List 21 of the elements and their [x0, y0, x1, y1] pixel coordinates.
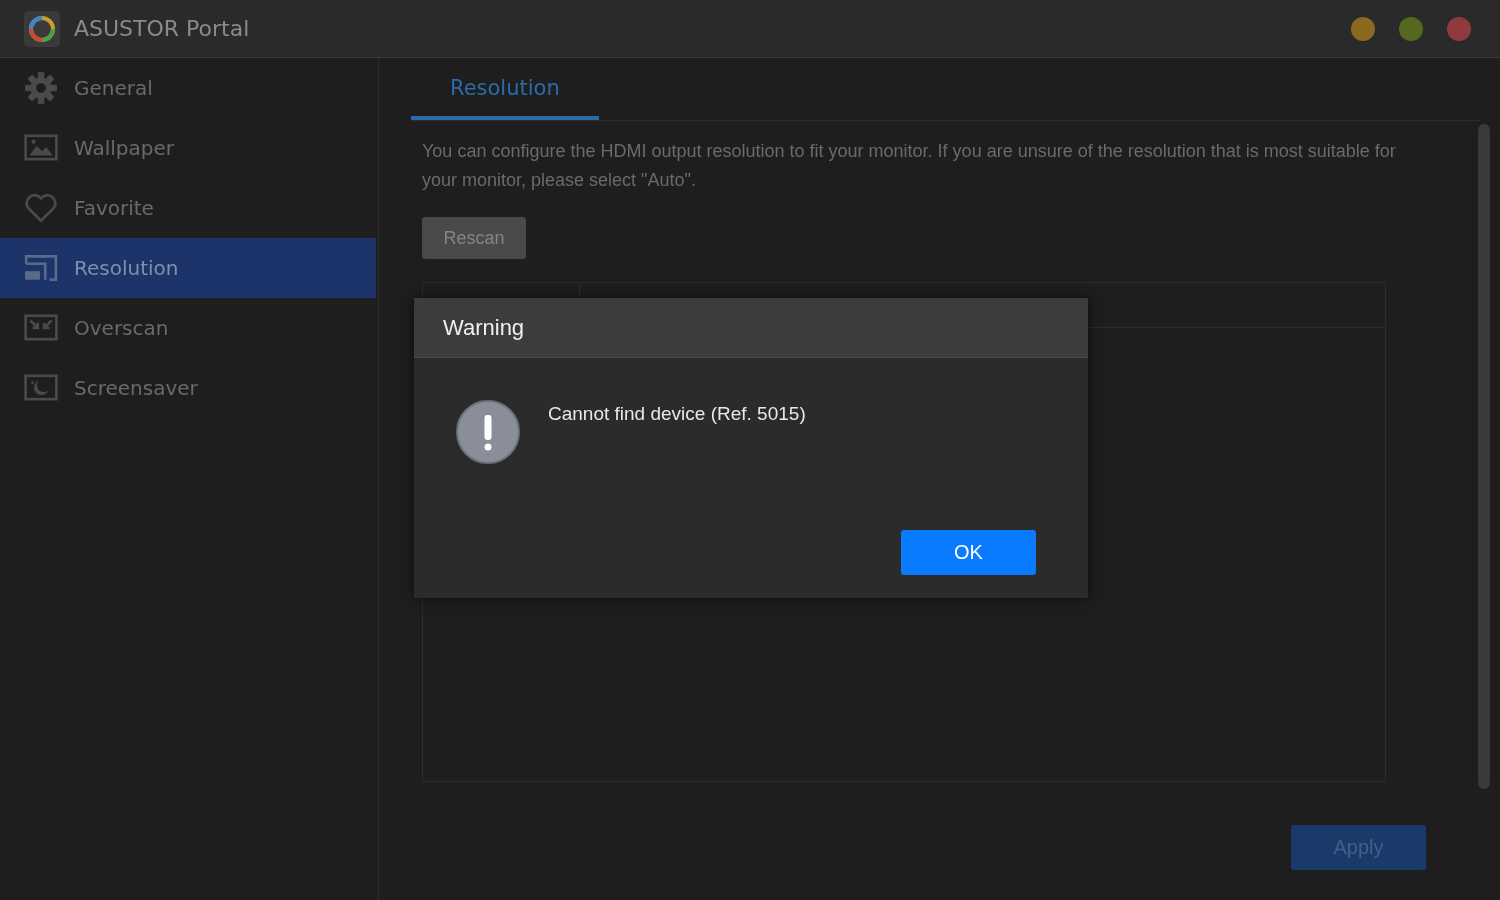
rescan-button[interactable]: Rescan — [422, 217, 526, 259]
window-control-button[interactable] — [1399, 16, 1423, 41]
heart-icon — [24, 191, 58, 225]
exclamation-icon — [456, 400, 520, 464]
window-control-button[interactable] — [1447, 16, 1471, 41]
sidebar-item[interactable]: General — [0, 58, 376, 118]
description-text: You can configure the HDMI output resolution to fit your monitor. If you are unsure of the resolution that is most suitable for your monitor, please select "Auto". — [422, 140, 1397, 192]
window-control-button[interactable] — [1351, 16, 1375, 41]
sidebar-item[interactable]: Resolution — [0, 238, 376, 298]
dialog-title: Warning — [443, 314, 525, 341]
sidebar-item[interactable]: Favorite — [0, 178, 376, 238]
gear-icon — [24, 71, 58, 105]
sidebar-item[interactable]: Screensaver — [0, 358, 376, 418]
window-title: ASUSTOR Portal — [74, 16, 250, 41]
dialog-message: Cannot find device (Ref. 5015) — [548, 403, 806, 425]
scrollbar[interactable] — [1478, 124, 1490, 789]
sidebar-item[interactable]: Wallpaper — [0, 118, 376, 178]
ok-button[interactable]: OK — [901, 530, 1036, 575]
app-logo-icon — [24, 10, 60, 47]
tab[interactable]: Resolution — [411, 58, 599, 120]
sidebar-item[interactable]: Overscan — [0, 298, 376, 358]
